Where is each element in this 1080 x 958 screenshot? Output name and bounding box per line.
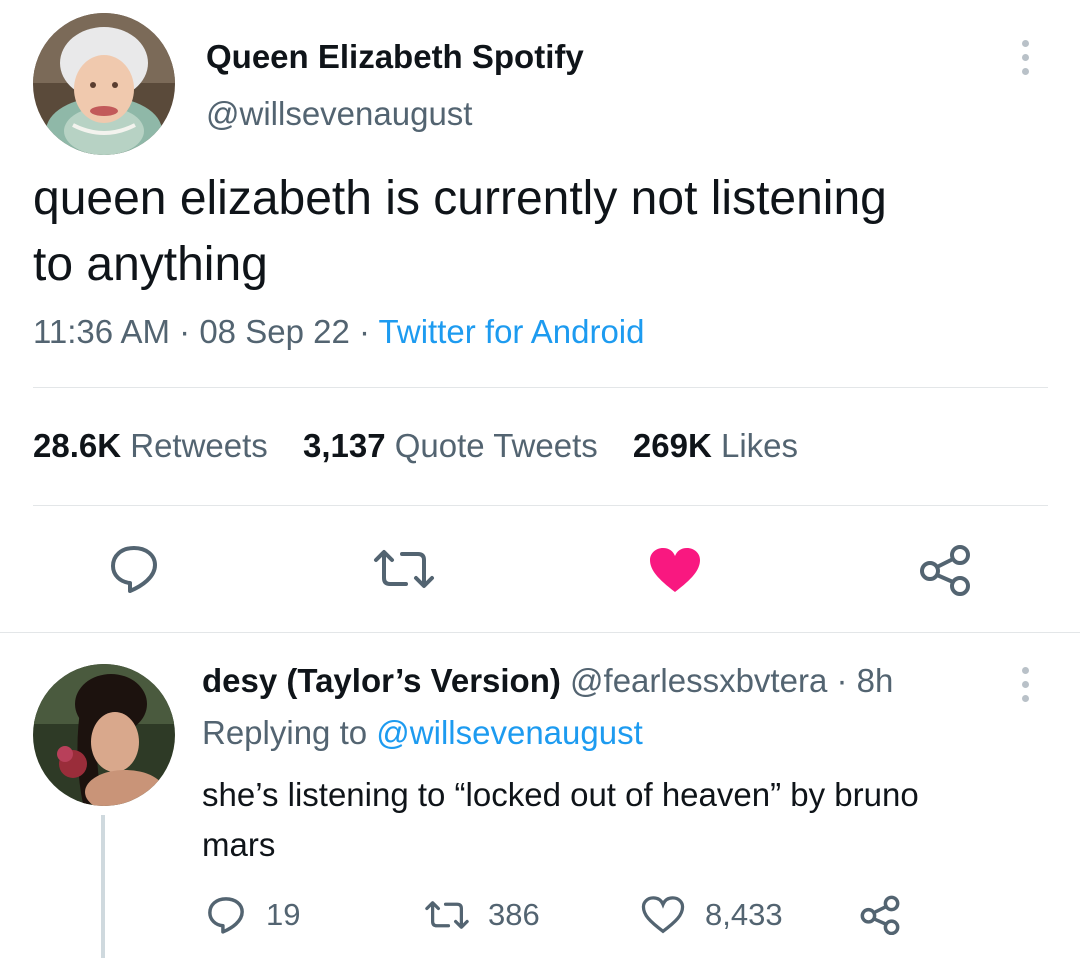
reply-share-button[interactable]: [859, 895, 901, 935]
like-button[interactable]: [648, 546, 702, 594]
tweet-stats: 28.6K Retweets 3,137 Quote Tweets 269K L…: [33, 427, 798, 465]
replying-to-label: Replying to: [202, 714, 368, 751]
likes-stat[interactable]: 269K Likes: [633, 427, 798, 464]
reply-time[interactable]: 8h: [857, 662, 894, 699]
reply-handle[interactable]: @fearlessxbvtera: [570, 662, 827, 699]
tweet-time[interactable]: 11:36 AM: [33, 313, 170, 350]
share-icon: [920, 545, 970, 596]
reply-icon: [208, 897, 244, 934]
author-display-name[interactable]: Queen Elizabeth Spotify: [206, 38, 584, 76]
tweet-text-line: queen elizabeth is currently not listeni…: [33, 172, 887, 225]
reply-retweet-button[interactable]: 386: [424, 897, 540, 933]
heart-icon: [650, 548, 700, 592]
reply-count: 19: [266, 897, 301, 932]
reply-header: desy (Taylor’s Version) @fearlessxbvtera…: [202, 662, 893, 700]
more-icon[interactable]: [1022, 40, 1029, 75]
divider: [0, 632, 1080, 633]
separator: ·: [179, 313, 191, 350]
reply-icon: [111, 546, 157, 593]
replying-to-handle[interactable]: @willsevenaugust: [376, 714, 642, 751]
divider: [33, 387, 1048, 388]
retweets-stat[interactable]: 28.6K Retweets: [33, 427, 277, 464]
thread-line: [101, 815, 105, 958]
separator: ·: [836, 662, 848, 699]
reply-author-avatar[interactable]: [33, 664, 175, 806]
reply-like-button[interactable]: 8,433: [641, 895, 783, 935]
tweet-meta: 11:36 AM · 08 Sep 22 · Twitter for Andro…: [33, 313, 645, 351]
reply-display-name[interactable]: desy (Taylor’s Version): [202, 662, 561, 699]
reply-reply-button[interactable]: 19: [206, 895, 300, 935]
heart-outline-icon: [641, 896, 685, 934]
tweet-text: queen elizabeth is currently not listeni…: [33, 166, 887, 298]
reply-more-icon[interactable]: [1022, 667, 1029, 702]
retweet-count: 386: [488, 897, 540, 932]
like-count: 8,433: [705, 897, 783, 932]
retweet-icon: [374, 550, 434, 588]
retweet-button[interactable]: [372, 548, 436, 590]
likes-label: Likes: [720, 427, 799, 464]
tweet-text-line: to anything: [33, 238, 268, 291]
author-handle[interactable]: @willsevenaugust: [206, 95, 472, 133]
separator: ·: [358, 313, 370, 350]
retweets-count: 28.6K: [33, 427, 122, 464]
share-icon: [860, 895, 900, 935]
reply-text-line: mars: [202, 826, 276, 863]
share-button[interactable]: [918, 544, 972, 596]
replying-to: Replying to @willsevenaugust: [202, 714, 643, 752]
author-avatar[interactable]: [33, 13, 175, 155]
quotes-label: Quote Tweets: [394, 427, 598, 464]
retweet-icon: [425, 901, 469, 929]
tweet-date[interactable]: 08 Sep 22: [199, 313, 349, 350]
retweets-label: Retweets: [130, 427, 268, 464]
reply-text: she’s listening to “locked out of heaven…: [202, 770, 919, 870]
likes-count: 269K: [632, 427, 712, 464]
reply-button[interactable]: [108, 544, 160, 594]
reply-text-line: she’s listening to “locked out of heaven…: [202, 776, 919, 813]
tweet-source[interactable]: Twitter for Android: [379, 313, 645, 350]
divider: [33, 505, 1048, 506]
quotes-stat[interactable]: 3,137 Quote Tweets: [303, 427, 607, 464]
quotes-count: 3,137: [302, 427, 386, 464]
